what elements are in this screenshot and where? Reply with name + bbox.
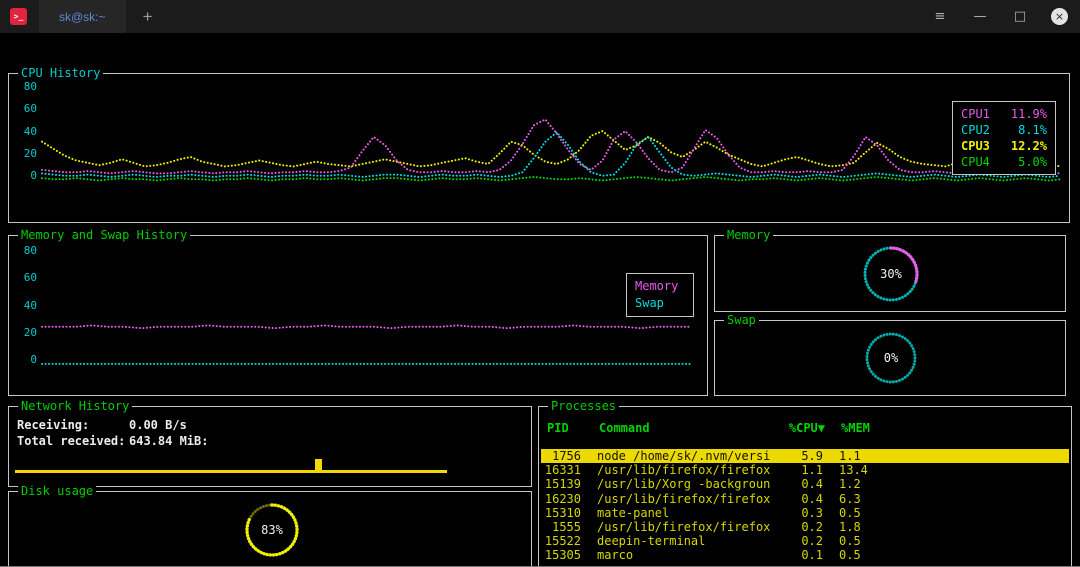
- legend-cpu4: CPU4 5.0%: [961, 155, 1047, 170]
- total-received-label: Total received:: [17, 434, 129, 448]
- memory-swap-legend: Memory Swap: [626, 273, 694, 317]
- network-receiving-row: Receiving: 0.00 B/s: [17, 418, 187, 432]
- network-total-row: Total received: 643.84 MiB:: [17, 434, 208, 448]
- cell-cpu: 1.1: [777, 463, 823, 477]
- menu-icon[interactable]: ≡: [931, 8, 949, 26]
- cell-command: deepin-terminal: [597, 534, 777, 548]
- cell-pid: 16230: [541, 492, 581, 506]
- cpu-y-axis: 80 60 40 20 0: [15, 80, 37, 182]
- cell-command: /usr/lib/firefox/firefox: [597, 492, 777, 506]
- network-history-title: Network History: [18, 399, 132, 413]
- table-row[interactable]: 15310 mate-panel0.3 0.5: [541, 506, 1069, 520]
- cell-mem: 1.2: [839, 477, 899, 491]
- disk-gauge: 83%: [242, 500, 302, 560]
- legend-swap: Swap: [635, 296, 685, 311]
- process-rows: 1756node /home/sk/.nvm/versi5.91.116331/…: [541, 449, 1069, 563]
- cpu-history-title: CPU History: [18, 66, 103, 80]
- cell-command: node /home/sk/.nvm/versi: [597, 449, 777, 463]
- processes-title: Processes: [548, 399, 619, 413]
- cell-pid: 1756: [541, 449, 581, 463]
- cell-cpu: 0.4: [777, 477, 823, 491]
- memory-percent: 30%: [860, 243, 922, 305]
- table-row[interactable]: 16331/usr/lib/firefox/firefox1.1 13.4: [541, 463, 1069, 477]
- tab-active[interactable]: sk@sk:~: [39, 0, 126, 33]
- maximize-button[interactable]: □: [1011, 8, 1029, 26]
- cell-command: marco: [597, 548, 777, 562]
- new-tab-button[interactable]: +: [136, 5, 160, 29]
- memory-y-axis: 80 60 40 20 0: [15, 244, 37, 366]
- terminal-app-icon: >_: [10, 8, 27, 25]
- header-command[interactable]: Command: [599, 421, 779, 435]
- cpu-legend: CPU1 11.9% CPU2 8.1% CPU3 12.2% CPU4 5.0…: [952, 101, 1056, 175]
- cell-mem: 1.8: [839, 520, 899, 534]
- cell-cpu: 5.9: [777, 449, 823, 463]
- memory-swap-history-title: Memory and Swap History: [18, 228, 190, 242]
- network-usage-bar: [15, 470, 447, 473]
- memory-gauge-title: Memory: [724, 228, 773, 242]
- cell-cpu: 0.1: [777, 548, 823, 562]
- network-usage-marker: [315, 459, 322, 473]
- cell-pid: 15139: [541, 477, 581, 491]
- minimize-button[interactable]: —: [971, 8, 989, 26]
- disk-usage-title: Disk usage: [18, 484, 96, 498]
- table-row[interactable]: 15305 marco0.1 0.5: [541, 548, 1069, 562]
- terminal-screen: CPU History 80 60 40 20 0 CPU1 11.9% CPU…: [0, 33, 1080, 567]
- cell-command: /usr/lib/Xorg -backgroun: [597, 477, 777, 491]
- swap-gauge-title: Swap: [724, 313, 759, 327]
- table-row[interactable]: 1555/usr/lib/firefox/firefox0.2 1.8: [541, 520, 1069, 534]
- swap-gauge: 0%: [862, 329, 920, 387]
- legend-cpu3: CPU3 12.2%: [961, 139, 1047, 154]
- cell-cpu: 0.3: [777, 506, 823, 520]
- close-button[interactable]: ×: [1051, 8, 1068, 25]
- cell-mem: 13.4: [839, 463, 899, 477]
- titlebar: >_ sk@sk:~ + ≡ — □ ×: [0, 0, 1080, 33]
- header-cpu-sort[interactable]: %CPU▼: [779, 421, 825, 435]
- header-mem[interactable]: %MEM: [841, 421, 901, 435]
- memory-gauge-panel: Memory 30%: [714, 235, 1066, 312]
- cell-mem: 6.3: [839, 492, 899, 506]
- cell-pid: 15310: [541, 506, 581, 520]
- tab-title: sk@sk:~: [59, 10, 106, 24]
- disk-percent: 83%: [242, 500, 302, 560]
- memory-swap-history-panel: Memory and Swap History 80 60 40 20 0 Me…: [8, 235, 708, 396]
- cell-mem: 0.5: [839, 534, 899, 548]
- table-row[interactable]: 15522 deepin-terminal0.2 0.5: [541, 534, 1069, 548]
- receiving-label: Receiving:: [17, 418, 129, 432]
- memory-gauge: 30%: [860, 243, 922, 305]
- total-received-value: 643.84 MiB:: [129, 434, 208, 448]
- cell-command: mate-panel: [597, 506, 777, 520]
- cell-command: /usr/lib/firefox/firefox: [597, 463, 777, 477]
- cell-mem: 0.5: [839, 548, 899, 562]
- legend-cpu1: CPU1 11.9%: [961, 107, 1047, 122]
- swap-gauge-panel: Swap 0%: [714, 320, 1066, 396]
- cell-command: /usr/lib/firefox/firefox: [597, 520, 777, 534]
- cell-cpu: 0.4: [777, 492, 823, 506]
- memory-swap-chart: [41, 250, 691, 368]
- cell-cpu: 0.2: [777, 520, 823, 534]
- cpu-history-chart: [41, 86, 1061, 186]
- process-table-header: PID Command %CPU▼ %MEM: [543, 421, 1067, 435]
- table-row[interactable]: 1756 node /home/sk/.nvm/versi5.9 1.1: [541, 449, 1069, 463]
- processes-panel: Processes PID Command %CPU▼ %MEM 1756nod…: [538, 406, 1072, 567]
- cell-cpu: 0.2: [777, 534, 823, 548]
- cell-mem: 0.5: [839, 506, 899, 520]
- window-controls: ≡ — □ ×: [931, 8, 1080, 26]
- legend-memory: Memory: [635, 279, 685, 294]
- cell-pid: 16331: [541, 463, 581, 477]
- cell-mem: 1.1: [839, 449, 899, 463]
- receiving-value: 0.00 B/s: [129, 418, 187, 432]
- legend-cpu2: CPU2 8.1%: [961, 123, 1047, 138]
- swap-percent: 0%: [862, 329, 920, 387]
- cell-pid: 15305: [541, 548, 581, 562]
- cpu-history-panel: CPU History 80 60 40 20 0 CPU1 11.9% CPU…: [8, 73, 1070, 223]
- network-history-panel: Network History Receiving: 0.00 B/s Tota…: [8, 406, 532, 487]
- header-pid[interactable]: PID: [543, 421, 583, 435]
- disk-usage-panel: Disk usage 83%: [8, 491, 532, 567]
- cell-pid: 15522: [541, 534, 581, 548]
- cell-pid: 1555: [541, 520, 581, 534]
- table-row[interactable]: 15139/usr/lib/Xorg -backgroun0.4 1.2: [541, 477, 1069, 491]
- table-row[interactable]: 16230/usr/lib/firefox/firefox0.4 6.3: [541, 492, 1069, 506]
